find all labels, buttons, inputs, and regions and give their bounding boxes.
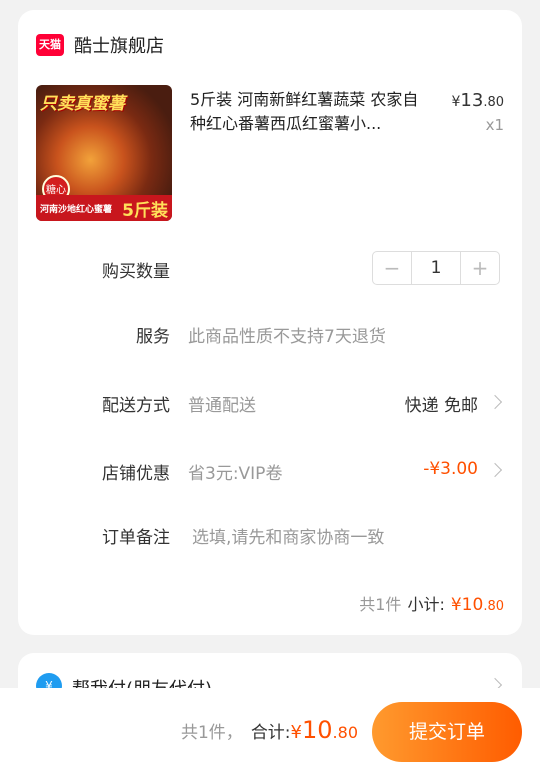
product-image-band: 河南沙地红心蜜薯 5斤装 xyxy=(36,195,172,221)
subtotal-dec: .80 xyxy=(483,599,504,614)
coupon-chevron-icon[interactable] xyxy=(487,462,503,478)
subtotal-int: 10 xyxy=(461,595,484,615)
total-amount: ¥10.80 xyxy=(291,716,358,744)
subtotal-amount: ¥10.80 xyxy=(451,595,504,615)
product-price-int: 13 xyxy=(460,90,484,111)
coupon-label: 店铺优惠 xyxy=(102,464,170,484)
product-image-slogan: 只卖真蜜薯 xyxy=(40,94,125,114)
submit-order-button[interactable]: 提交订单 xyxy=(372,702,522,762)
quantity-label: 购买数量 xyxy=(102,262,170,282)
tmall-logo: 天猫 xyxy=(36,34,64,56)
total-symbol: ¥ xyxy=(290,722,302,743)
checkout-bar: 共1件， 合计:¥10.80 提交订单 xyxy=(0,688,540,768)
total-summary: 共1件， 合计:¥10.80 xyxy=(181,716,358,744)
note-label: 订单备注 xyxy=(102,528,170,548)
quantity-stepper[interactable]: − 1 + xyxy=(372,251,500,285)
shipping-method[interactable]: 普通配送 xyxy=(188,391,256,416)
service-label: 服务 xyxy=(136,327,170,347)
product-price-dec: .80 xyxy=(483,95,504,110)
shipping-chevron-icon[interactable] xyxy=(487,394,503,410)
product-image-band-weight: 5斤装 xyxy=(122,200,168,221)
subtotal-label: 小计: xyxy=(407,595,445,614)
quantity-input[interactable]: 1 xyxy=(411,252,461,284)
note-input[interactable]: 选填,请先和商家协商一致 xyxy=(192,523,384,548)
shop-header[interactable]: 天猫 酷士旗舰店 xyxy=(36,32,164,58)
total-dec: .80 xyxy=(332,723,358,742)
product-image[interactable]: 只卖真蜜薯 糖心 河南沙地红心蜜薯 5斤装 xyxy=(36,85,172,221)
shop-name[interactable]: 酷士旗舰店 xyxy=(74,32,164,58)
total-int: 10 xyxy=(302,716,333,744)
total-count: 共1件， xyxy=(180,723,243,743)
total-label: 合计: xyxy=(250,723,291,743)
shipping-option[interactable]: 快递 免邮 xyxy=(405,391,478,416)
shipping-label: 配送方式 xyxy=(102,396,170,416)
subtotal-count: 共1件 xyxy=(359,595,402,614)
subtotal-symbol: ¥ xyxy=(450,595,462,615)
service-value: 此商品性质不支持7天退货 xyxy=(188,327,386,347)
product-title[interactable]: 5斤装 河南新鲜红薯蔬菜 农家自种红心番薯西瓜红蜜薯小... xyxy=(190,88,430,136)
increase-button[interactable]: + xyxy=(461,252,499,284)
product-price: ¥13.80 xyxy=(451,90,504,111)
coupon-value[interactable]: 省3元:VIP卷 xyxy=(188,459,282,484)
subtotal: 共1件 小计: ¥10.80 xyxy=(359,591,504,615)
product-image-band-text: 河南沙地红心蜜薯 xyxy=(40,204,113,215)
decrease-button[interactable]: − xyxy=(373,252,411,284)
order-card: 天猫 酷士旗舰店 只卖真蜜薯 糖心 河南沙地红心蜜薯 5斤装 5斤装 河南新鲜红… xyxy=(18,10,522,635)
product-quantity: x1 xyxy=(485,116,504,134)
coupon-discount[interactable]: -¥3.00 xyxy=(423,459,478,479)
